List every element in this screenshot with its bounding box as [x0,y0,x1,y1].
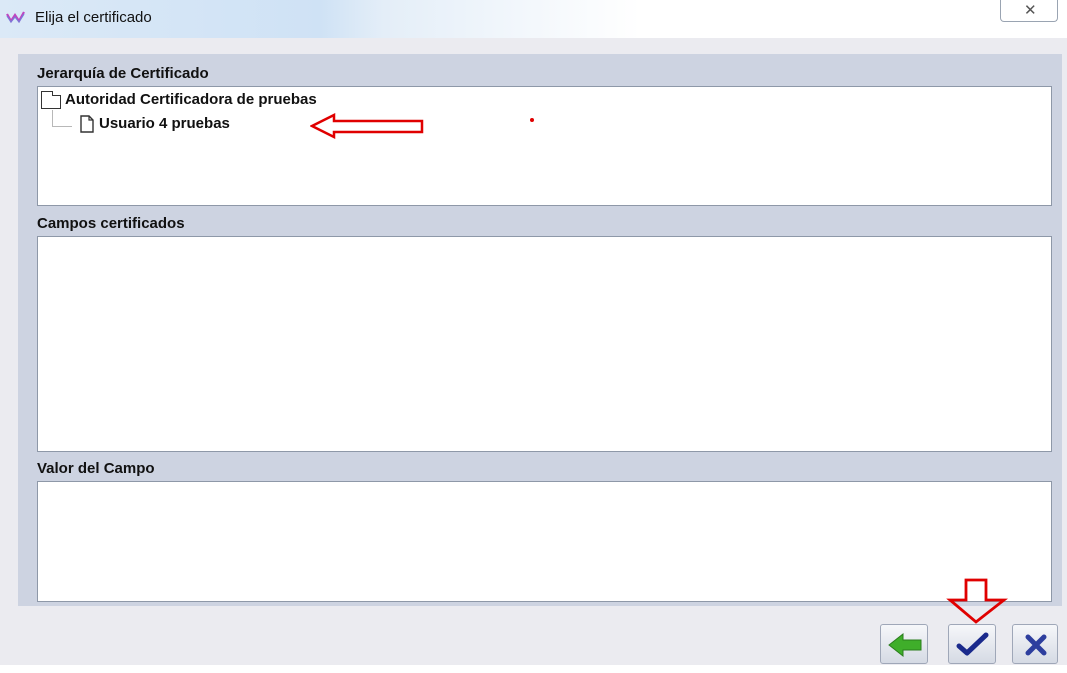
window-title: Elija el certificado [35,9,152,26]
close-button[interactable]: ✕ [1000,0,1058,22]
back-button[interactable] [880,624,928,664]
accept-button[interactable] [948,624,996,664]
app-logo-icon [6,11,25,24]
folder-icon [41,91,61,109]
certificate-tree[interactable]: Autoridad Certificadora de pruebas Usuar… [37,86,1052,206]
close-icon: ✕ [1024,1,1037,19]
tree-item-root[interactable]: Autoridad Certificadora de pruebas [65,91,317,108]
content-panel: Jerarquía de Certificado Autoridad Certi… [18,54,1062,606]
cancel-button[interactable] [1012,624,1058,664]
dialog-body: Jerarquía de Certificado Autoridad Certi… [0,38,1067,665]
title-bar: Elija el certificado ✕ [0,0,1067,38]
blue-checkmark-icon [956,632,989,656]
annotation-arrow-left [310,113,424,139]
blue-x-icon [1025,634,1047,656]
tree-item-user[interactable]: Usuario 4 pruebas [99,115,230,132]
tree-connector [52,110,53,126]
certificate-fields-list[interactable] [37,236,1052,452]
field-value-box[interactable] [37,481,1052,602]
tree-connector [52,126,72,127]
value-label: Valor del Campo [37,460,155,477]
fields-label: Campos certificados [37,215,185,232]
annotation-arrow-down [946,578,1008,624]
hierarchy-label: Jerarquía de Certificado [37,65,209,82]
annotation-dot [530,118,534,122]
document-icon [80,115,94,133]
green-left-arrow-icon [888,632,922,658]
